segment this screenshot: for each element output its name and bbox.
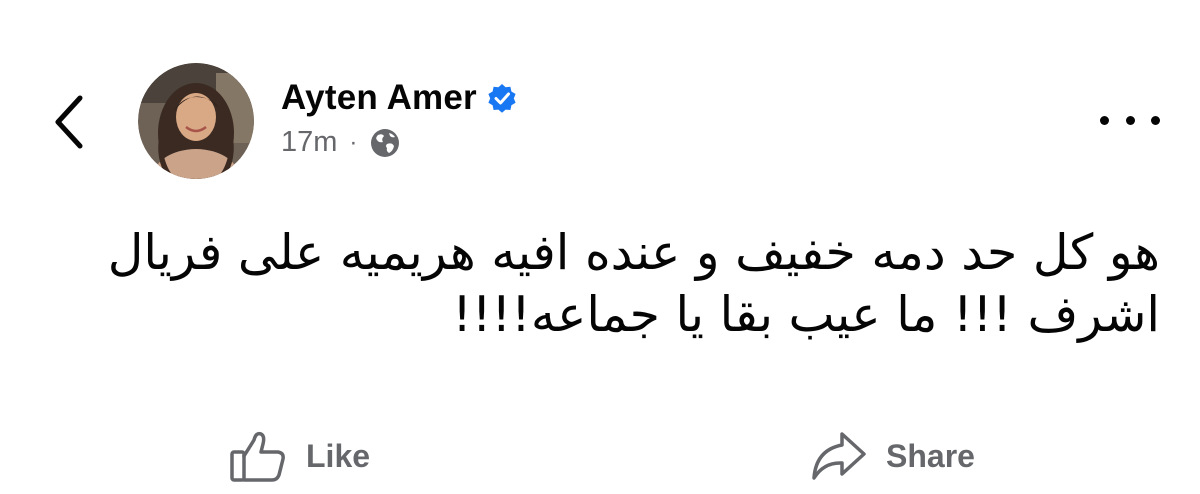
share-label: Share: [886, 437, 975, 474]
chevron-left-icon: [55, 95, 83, 149]
avatar[interactable]: [138, 63, 254, 179]
author-name[interactable]: Ayten Amer: [281, 78, 477, 118]
globe-icon[interactable]: [369, 127, 401, 159]
more-dot: [1151, 115, 1160, 125]
more-dot: [1125, 115, 1135, 125]
meta-separator: ·: [349, 128, 358, 156]
thumbs-up-icon: [228, 428, 288, 484]
post-actions-bar: Like Share: [0, 420, 1200, 494]
back-button[interactable]: [42, 90, 94, 154]
like-label: Like: [306, 437, 371, 474]
verified-badge-icon: [487, 83, 517, 113]
author-row: Ayten Amer: [281, 74, 517, 122]
more-options-button[interactable]: [1100, 100, 1160, 140]
share-arrow-icon: [808, 428, 868, 484]
like-button[interactable]: Like: [228, 428, 370, 484]
share-button[interactable]: Share: [808, 428, 975, 484]
post-meta: 17m ·: [281, 126, 517, 159]
post-timestamp[interactable]: 17m: [281, 126, 337, 159]
post-body-text: هو كل حد دمه خفيف و عنده افيه هريميه على…: [107, 224, 1160, 343]
more-dot: [1100, 115, 1109, 125]
post-header: Ayten Amer 17m ·: [281, 74, 517, 159]
